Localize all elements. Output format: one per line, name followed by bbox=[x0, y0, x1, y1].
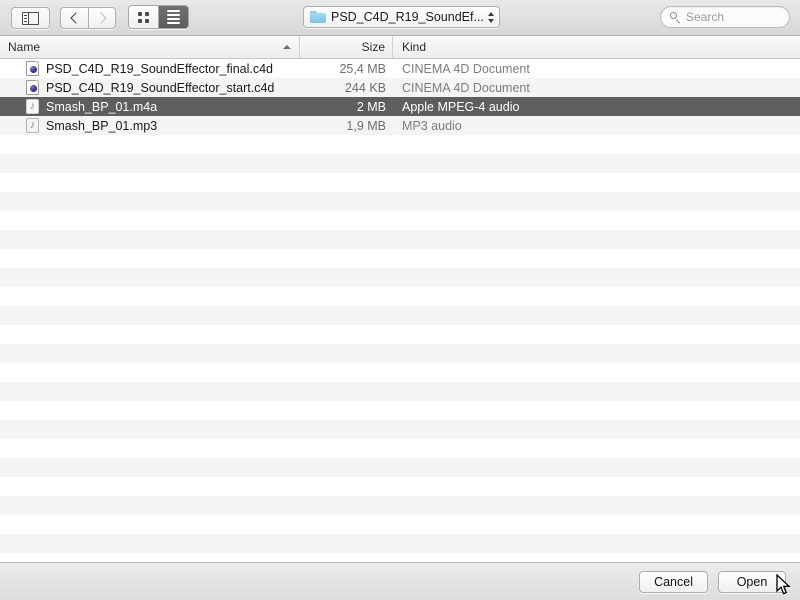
search-icon bbox=[670, 11, 681, 23]
chevron-right-icon bbox=[94, 12, 107, 24]
view-mode-segmented-control bbox=[128, 5, 189, 29]
empty-row bbox=[0, 306, 800, 325]
empty-row bbox=[0, 477, 800, 496]
empty-row bbox=[0, 534, 800, 553]
empty-row bbox=[0, 363, 800, 382]
table-row[interactable]: PSD_C4D_R19_SoundEffector_start.c4d 244 K… bbox=[0, 78, 800, 97]
sort-ascending-icon bbox=[283, 45, 291, 49]
c4d-document-icon bbox=[26, 80, 39, 95]
empty-row bbox=[0, 439, 800, 458]
file-name-label: PSD_C4D_R19_SoundEffector_final.c4d bbox=[46, 61, 273, 76]
chevron-updown-icon bbox=[483, 11, 499, 23]
grid-icon bbox=[138, 11, 149, 23]
forward-button[interactable] bbox=[88, 7, 116, 29]
empty-row bbox=[0, 268, 800, 287]
table-row[interactable]: PSD_C4D_R19_SoundEffector_final.c4d 25,4 … bbox=[0, 59, 800, 78]
empty-row bbox=[0, 420, 800, 439]
audio-file-icon bbox=[26, 118, 39, 133]
column-header-name[interactable]: Name bbox=[0, 36, 300, 58]
empty-row bbox=[0, 173, 800, 192]
table-row[interactable]: Smash_BP_01.mp3 1,9 MB MP3 audio bbox=[0, 116, 800, 135]
empty-row bbox=[0, 192, 800, 211]
audio-file-icon bbox=[26, 99, 39, 114]
dialog-footer: Cancel Open bbox=[0, 562, 800, 600]
empty-row bbox=[0, 458, 800, 477]
empty-row bbox=[0, 249, 800, 268]
file-name-cell: Smash_BP_01.mp3 bbox=[0, 118, 300, 133]
empty-row bbox=[0, 135, 800, 154]
column-header-size[interactable]: Size bbox=[300, 36, 393, 58]
icon-view-button[interactable] bbox=[129, 6, 158, 28]
open-button[interactable]: Open bbox=[718, 570, 786, 593]
list-icon bbox=[167, 10, 180, 24]
file-name-cell: PSD_C4D_R19_SoundEffector_start.c4d bbox=[0, 80, 300, 95]
file-name-label: PSD_C4D_R19_SoundEffector_start.c4d bbox=[46, 80, 275, 95]
navigation-buttons bbox=[60, 7, 116, 29]
c4d-document-icon bbox=[26, 61, 39, 76]
file-name-cell: PSD_C4D_R19_SoundEffector_final.c4d bbox=[0, 61, 300, 76]
file-kind-cell: Apple MPEG-4 audio bbox=[402, 99, 520, 114]
empty-row bbox=[0, 496, 800, 515]
empty-row bbox=[0, 401, 800, 420]
column-header-kind[interactable]: Kind bbox=[393, 36, 800, 58]
path-popup-button[interactable]: PSD_C4D_R19_SoundEf... bbox=[303, 6, 500, 28]
empty-row bbox=[0, 382, 800, 401]
toolbar: PSD_C4D_R19_SoundEf... Search bbox=[0, 0, 800, 36]
file-kind-cell: MP3 audio bbox=[402, 118, 462, 133]
file-name-cell: Smash_BP_01.m4a bbox=[0, 99, 300, 114]
file-size-cell: 25,4 MB bbox=[339, 61, 386, 76]
list-view-button[interactable] bbox=[158, 6, 188, 28]
search-placeholder: Search bbox=[686, 10, 725, 24]
back-button[interactable] bbox=[60, 7, 88, 29]
empty-row bbox=[0, 230, 800, 249]
empty-row bbox=[0, 154, 800, 173]
file-kind-cell: CINEMA 4D Document bbox=[402, 80, 530, 95]
file-name-label: Smash_BP_01.mp3 bbox=[46, 118, 158, 133]
column-header-name-label: Name bbox=[8, 40, 41, 54]
empty-row bbox=[0, 515, 800, 534]
file-size-cell: 1,9 MB bbox=[346, 118, 386, 133]
empty-row bbox=[0, 287, 800, 306]
sidebar-icon bbox=[22, 11, 39, 25]
file-kind-cell: CINEMA 4D Document bbox=[402, 61, 530, 76]
cancel-button[interactable]: Cancel bbox=[639, 570, 708, 593]
column-header-size-label: Size bbox=[361, 40, 385, 54]
column-header-kind-label: Kind bbox=[402, 40, 427, 54]
empty-row bbox=[0, 344, 800, 363]
table-row[interactable]: Smash_BP_01.m4a 2 MB Apple MPEG-4 audio bbox=[0, 97, 800, 116]
chevron-left-icon bbox=[70, 12, 82, 24]
empty-row bbox=[0, 211, 800, 230]
open-file-dialog: PSD_C4D_R19_SoundEf... Search Name Size … bbox=[0, 0, 800, 600]
file-name-label: Smash_BP_01.m4a bbox=[46, 99, 158, 114]
file-size-cell: 244 KB bbox=[344, 80, 386, 95]
empty-row bbox=[0, 325, 800, 344]
column-header-row: Name Size Kind bbox=[0, 36, 800, 59]
folder-icon bbox=[310, 11, 326, 23]
file-list[interactable]: PSD_C4D_R19_SoundEffector_final.c4d 25,4 … bbox=[0, 59, 800, 562]
current-folder-label: PSD_C4D_R19_SoundEf... bbox=[331, 10, 483, 24]
sidebar-toggle-button[interactable] bbox=[11, 7, 50, 29]
file-size-cell: 2 MB bbox=[356, 99, 386, 114]
search-field[interactable]: Search bbox=[660, 6, 790, 28]
